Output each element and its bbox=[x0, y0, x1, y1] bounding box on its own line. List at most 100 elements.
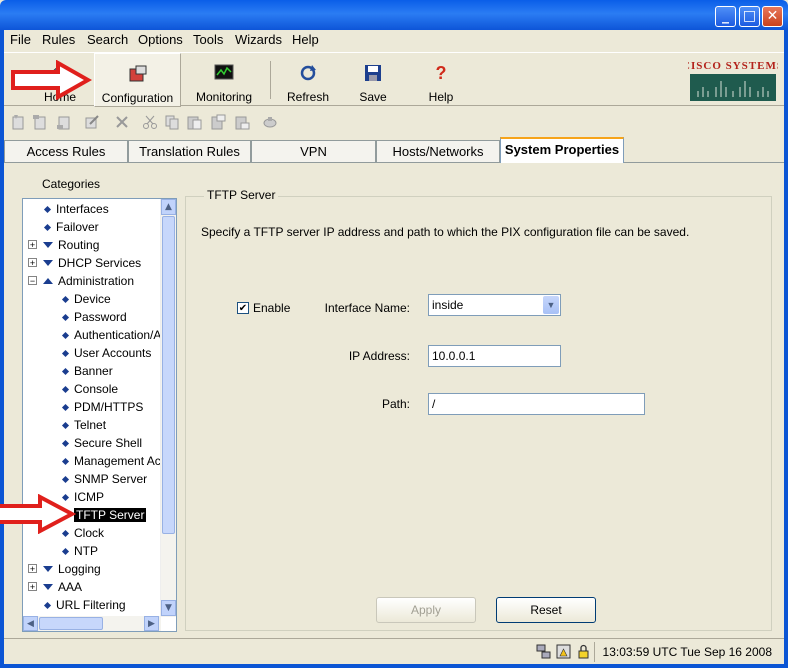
tab-access-rules[interactable]: Access Rules bbox=[4, 140, 128, 162]
tree-item-label: ICMP bbox=[74, 490, 104, 504]
tree-item[interactable]: + DHCP Services bbox=[23, 254, 162, 272]
ip-address-field[interactable]: 10.0.0.1 bbox=[428, 345, 561, 367]
insert-before-icon[interactable] bbox=[32, 114, 48, 130]
tree-item[interactable]: + AAA bbox=[23, 578, 162, 596]
tree-item[interactable]: PDM/HTTPS bbox=[23, 398, 162, 416]
window-title-bar[interactable]: _ □ ✕ bbox=[0, 0, 788, 30]
menu-options[interactable]: Options bbox=[138, 32, 183, 47]
insert-after-icon[interactable] bbox=[56, 114, 72, 130]
diamond-icon bbox=[61, 367, 70, 376]
toolbar-divider bbox=[270, 61, 271, 99]
menu-rules[interactable]: Rules bbox=[42, 32, 75, 47]
hscroll-thumb[interactable] bbox=[39, 617, 103, 630]
help-button[interactable]: ? Help bbox=[420, 53, 462, 105]
scroll-right-icon[interactable]: ▶ bbox=[144, 616, 159, 631]
annotation-arrow-tftp bbox=[0, 494, 76, 534]
expand-icon[interactable]: + bbox=[28, 258, 37, 268]
menu-wizards[interactable]: Wizards bbox=[235, 32, 282, 47]
tab-vpn[interactable]: VPN bbox=[251, 140, 376, 162]
maximize-icon[interactable]: □ bbox=[739, 6, 760, 27]
tree-item[interactable]: Device bbox=[23, 290, 162, 308]
scroll-left-icon[interactable]: ◀ bbox=[23, 616, 38, 631]
tree-item-label: Device bbox=[74, 292, 111, 306]
tree-horizontal-scrollbar[interactable]: ◀ ▶ bbox=[23, 616, 161, 631]
find-icon[interactable] bbox=[262, 114, 278, 130]
question-mark-icon: ? bbox=[436, 63, 447, 83]
tree-item[interactable]: Management Ac bbox=[23, 452, 162, 470]
tree-item[interactable]: Interfaces bbox=[23, 200, 162, 218]
cut-icon[interactable] bbox=[142, 114, 158, 130]
diamond-icon bbox=[61, 547, 70, 556]
diamond-icon bbox=[61, 331, 70, 340]
menu-bar: File Rules Search Options Tools Wizards … bbox=[4, 30, 784, 50]
menu-search[interactable]: Search bbox=[87, 32, 128, 47]
category-tree[interactable]: Interfaces Failover + Routing + DHCP Services… bbox=[22, 198, 177, 632]
svg-text:?: ? bbox=[436, 63, 447, 83]
tree-item[interactable]: Failover bbox=[23, 218, 162, 236]
enable-checkbox[interactable]: ✔ bbox=[237, 302, 249, 314]
scroll-up-icon[interactable]: ▲ bbox=[161, 199, 176, 215]
monitoring-button[interactable]: Monitoring bbox=[192, 53, 256, 105]
edit-icon[interactable] bbox=[84, 114, 100, 130]
close-icon[interactable]: ✕ bbox=[762, 6, 783, 27]
tree-item[interactable]: Password bbox=[23, 308, 162, 326]
tree-item-label: URL Filtering bbox=[56, 598, 126, 612]
minimize-icon[interactable]: _ bbox=[715, 6, 736, 27]
collapse-icon[interactable]: − bbox=[28, 276, 37, 286]
add-rule-icon[interactable] bbox=[10, 114, 26, 130]
configuration-button[interactable]: Configuration bbox=[94, 53, 181, 107]
refresh-button[interactable]: Refresh bbox=[282, 53, 334, 105]
paste-icon[interactable] bbox=[186, 114, 202, 130]
reset-button[interactable]: Reset bbox=[496, 597, 596, 623]
tree-vertical-scrollbar[interactable]: ▲ ▼ bbox=[160, 199, 176, 617]
chevron-down-icon[interactable]: ▼ bbox=[543, 296, 559, 314]
tree-item-content: Secure Shell bbox=[61, 434, 142, 452]
save-button[interactable]: Save bbox=[350, 53, 396, 105]
tree-item[interactable]: NTP bbox=[23, 542, 162, 560]
tree-item[interactable]: Secure Shell bbox=[23, 434, 162, 452]
tree-item[interactable]: SNMP Server bbox=[23, 470, 162, 488]
copy-icon[interactable] bbox=[164, 114, 180, 130]
tree-item-content: AAA bbox=[43, 578, 82, 596]
tree-item-label: SNMP Server bbox=[74, 472, 148, 486]
scroll-thumb[interactable] bbox=[162, 216, 175, 534]
menu-tools[interactable]: Tools bbox=[193, 32, 223, 47]
status-divider bbox=[594, 642, 595, 662]
tree-item[interactable]: + Routing bbox=[23, 236, 162, 254]
ip-address-label: IP Address: bbox=[348, 349, 410, 363]
tree-item[interactable]: URL Filtering bbox=[23, 596, 162, 614]
paste-before-icon[interactable] bbox=[210, 114, 226, 130]
folder-open-icon bbox=[43, 278, 53, 284]
menu-help[interactable]: Help bbox=[292, 32, 319, 47]
tree-item[interactable]: Banner bbox=[23, 362, 162, 380]
tab-translation-rules[interactable]: Translation Rules bbox=[128, 140, 251, 162]
tree-item[interactable]: Telnet bbox=[23, 416, 162, 434]
tree-item-content: Device bbox=[61, 290, 111, 308]
tree-item-label: AAA bbox=[58, 580, 83, 594]
folder-icon bbox=[43, 566, 53, 572]
tree-item[interactable]: User Accounts bbox=[23, 344, 162, 362]
expand-icon[interactable]: + bbox=[28, 564, 37, 574]
tree-item[interactable]: Console bbox=[23, 380, 162, 398]
tree-item[interactable]: − Administration bbox=[23, 272, 162, 290]
paste-after-icon[interactable] bbox=[234, 114, 250, 130]
tree-item-content: DHCP Services bbox=[43, 254, 141, 272]
menu-file[interactable]: File bbox=[10, 32, 31, 47]
delete-icon[interactable] bbox=[114, 114, 130, 130]
tab-system-properties[interactable]: System Properties bbox=[500, 137, 624, 163]
path-field[interactable]: / bbox=[428, 393, 645, 415]
scroll-down-icon[interactable]: ▼ bbox=[161, 600, 176, 616]
tree-item-label: DHCP Services bbox=[58, 256, 142, 270]
edit-toolbar bbox=[4, 110, 304, 136]
diamond-icon bbox=[43, 223, 52, 232]
tree-item[interactable]: Authentication/A bbox=[23, 326, 162, 344]
tree-item-label: Routing bbox=[58, 238, 100, 252]
expand-icon[interactable]: + bbox=[28, 582, 37, 592]
expand-icon[interactable]: + bbox=[28, 240, 37, 250]
tree-item[interactable]: + Logging bbox=[23, 560, 162, 578]
tree-item-content: User Accounts bbox=[61, 344, 151, 362]
interface-name-select[interactable]: inside ▼ bbox=[428, 294, 561, 316]
apply-button[interactable]: Apply bbox=[376, 597, 476, 623]
tree-item-content: Logging bbox=[43, 560, 101, 578]
tab-hosts-networks[interactable]: Hosts/Networks bbox=[376, 140, 500, 162]
